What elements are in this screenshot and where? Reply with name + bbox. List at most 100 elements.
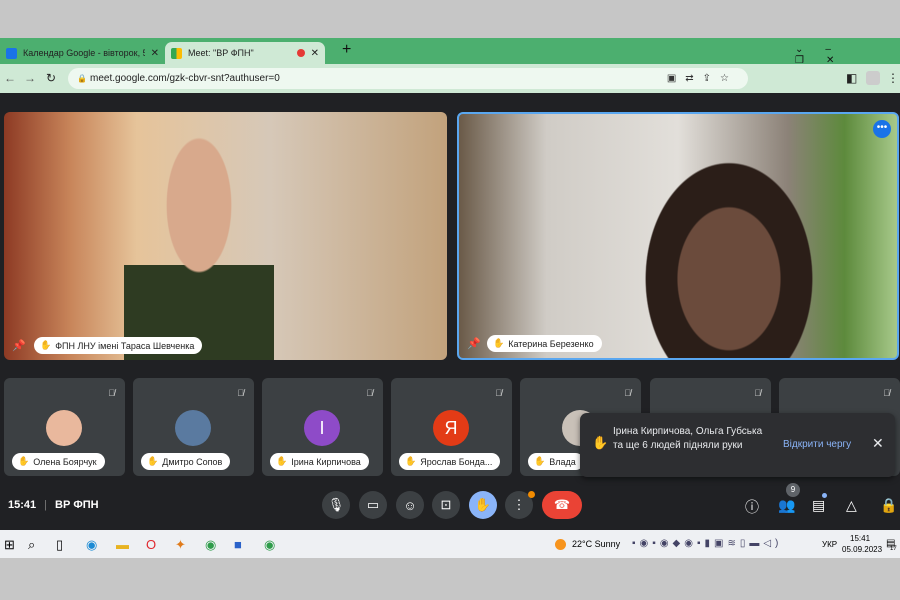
mic-off-icon: 🎙̸ (754, 388, 761, 398)
mic-off-icon: 🎙̸ (624, 388, 631, 398)
close-toast-icon[interactable]: ✕ (872, 435, 884, 452)
hand-icon: ✋ (474, 497, 492, 512)
participant-tile[interactable]: 🎙̸ І ✋ Ірина Кирпичова (262, 378, 383, 476)
mic-icon: 🎙 (327, 497, 345, 512)
people-icon[interactable]: 👥 (778, 497, 795, 514)
open-queue-button[interactable]: Відкрити чергу (783, 439, 851, 450)
taskbar: ⊞ ⌕ ▯ ◉ ▬ O ✦ ◉ ■ ◉ 22°C Sunny ▪◉▪◉◆◉▪▮▣… (0, 530, 900, 558)
name-chip: ✋ ФПН ЛНУ імені Тараса Шевченка (34, 337, 203, 354)
name-chip: ✋ Дмитро Сопов (141, 453, 231, 470)
camera-icon: ▭ (366, 497, 380, 512)
participant-video (639, 154, 819, 358)
more-options-button[interactable]: ⋮ (505, 491, 535, 519)
search-icon[interactable]: ⌕ (28, 537, 35, 553)
present-icon: ⊡ (440, 497, 452, 512)
hand-icon: ✋ (534, 456, 546, 466)
meet-icon (171, 47, 182, 59)
url-input[interactable]: 🔒 meet.google.com/gzk-cbvr-snt?authuser=0… (68, 68, 748, 89)
hand-icon: ✋ (147, 456, 159, 466)
raised-hands-toast: ✋ Ірина Кирпичова, Ольга Губська та ще 6… (580, 413, 895, 477)
close-tab-icon[interactable]: ✕ (311, 48, 319, 59)
people-count-badge: 9 (786, 483, 800, 497)
raise-hand-button[interactable]: ✋ (469, 491, 497, 519)
hand-icon: ✋ (276, 456, 288, 466)
name-chip: ✋ Ірина Кирпичова (270, 453, 369, 470)
hang-up-icon: ☎ (553, 497, 571, 512)
mic-off-icon: 🎙̸ (108, 388, 115, 398)
profile-icon[interactable] (866, 71, 880, 85)
name-chip: ✋ Влада (528, 453, 584, 470)
clock-time[interactable]: 15:41 (850, 534, 870, 543)
tray-icons[interactable]: ▪◉▪◉◆◉▪▮▣≋▯▬◁) (632, 538, 782, 549)
pin-icon[interactable]: 📌 (467, 337, 481, 350)
name-chip: ✋ Ярослав Бонда... (399, 453, 501, 470)
more-options-icon[interactable]: ••• (873, 120, 891, 138)
mic-off-icon: 🎙̸ (237, 388, 244, 398)
hand-icon: ✋ (40, 340, 52, 350)
name-chip: ✋ Катерина Березенко (487, 335, 602, 352)
emoji-button[interactable]: ☺ (396, 491, 424, 519)
leave-call-button[interactable]: ☎ (542, 491, 582, 519)
camera-button[interactable]: ▭ (359, 491, 387, 519)
hand-icon: ✋ (592, 435, 609, 450)
more-vert-icon: ⋮ (512, 497, 526, 512)
tab-bar: Календар Google - вівторок, 5 вересн✕ Me… (0, 38, 900, 66)
chrome-active-icon[interactable]: ◉ (264, 537, 275, 553)
info-icon[interactable]: ⓘ (745, 497, 759, 517)
hand-icon: ✋ (18, 456, 30, 466)
mic-button[interactable]: 🎙 (322, 491, 350, 519)
calendar-icon (6, 47, 17, 59)
back-icon[interactable]: ← (4, 71, 16, 85)
mic-off-icon: 🎙̸ (366, 388, 373, 398)
avatar: Я (433, 410, 469, 446)
lock-icon: 🔒 (77, 74, 87, 83)
language-indicator[interactable]: УКР (822, 540, 837, 549)
tab-calendar[interactable]: Календар Google - вівторок, 5 вересн✕ (0, 42, 165, 64)
windows-start-icon[interactable]: ⊞ (4, 537, 15, 553)
clock-date[interactable]: 05.09.2023 (842, 545, 882, 554)
sidebar-icon[interactable]: ◧ (846, 71, 857, 85)
close-tab-icon[interactable]: ✕ (151, 48, 159, 59)
video-tile-main[interactable]: 📌 ✋ ФПН ЛНУ імені Тараса Шевченка (4, 112, 447, 360)
meeting-info: 15:41 | ВР ФПН (8, 499, 99, 511)
hand-icon: ✋ (405, 456, 417, 466)
forward-icon[interactable]: → (24, 71, 36, 85)
recording-icon (296, 49, 305, 57)
pin-icon[interactable]: 📌 (12, 339, 26, 352)
opera-icon[interactable]: O (146, 537, 156, 552)
new-tab-button[interactable]: + (342, 41, 351, 59)
host-controls-icon[interactable]: 🔒 (880, 497, 897, 514)
reload-icon[interactable]: ↻ (46, 71, 56, 85)
window-controls[interactable]: ⌄–❐✕ (795, 44, 900, 66)
task-view-icon[interactable]: ▯ (56, 537, 63, 553)
edge-icon[interactable]: ◉ (86, 537, 97, 553)
explorer-icon[interactable]: ▬ (116, 537, 129, 552)
emoji-icon: ☺ (403, 497, 417, 513)
tab-meet[interactable]: Meet: "ВР ФПН" ✕ (165, 42, 325, 64)
weather-text[interactable]: 22°C Sunny (572, 539, 620, 549)
app-icon[interactable]: ✦ (175, 537, 186, 553)
activities-icon[interactable]: △ (846, 497, 857, 514)
weather-icon (555, 539, 566, 550)
participant-video (124, 122, 274, 360)
name-chip: ✋ Олена Боярчук (12, 453, 105, 470)
toast-message: Ірина Кирпичова, Ольга Губська та ще 6 л… (613, 426, 763, 451)
mic-off-icon: 🎙̸ (883, 388, 890, 398)
chrome-icon[interactable]: ◉ (205, 537, 216, 553)
participant-tile[interactable]: 🎙̸ ✋ Дмитро Сопов (133, 378, 254, 476)
zoom-app-icon[interactable]: ■ (234, 537, 242, 552)
mic-off-icon: 🎙̸ (495, 388, 502, 398)
notification-count: 17 (890, 546, 897, 552)
address-bar-row: ← → ↻ 🔒 meet.google.com/gzk-cbvr-snt?auth… (0, 64, 900, 93)
chat-icon[interactable]: ▤ (812, 497, 825, 514)
present-button[interactable]: ⊡ (432, 491, 460, 519)
address-actions[interactable]: ▣⇄⇪☆ (667, 73, 738, 84)
menu-icon[interactable]: ⋮ (887, 71, 899, 85)
video-tile-speaker[interactable]: ••• 📌 ✋ Катерина Березенко (457, 112, 899, 360)
avatar (46, 410, 82, 446)
participant-tile[interactable]: 🎙̸ ✋ Олена Боярчук (4, 378, 125, 476)
meet-area: 📌 ✋ ФПН ЛНУ імені Тараса Шевченка ••• 📌 ✋… (0, 93, 900, 530)
avatar: І (304, 410, 340, 446)
participant-tile[interactable]: 🎙̸ Я ✋ Ярослав Бонда... (391, 378, 512, 476)
hand-icon: ✋ (493, 338, 505, 348)
